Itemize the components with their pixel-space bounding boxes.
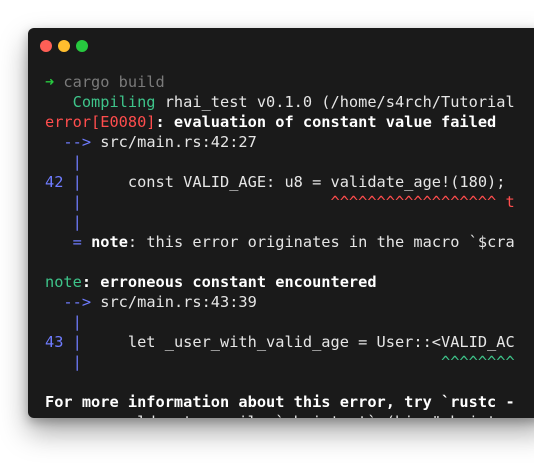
terminal-text-segment: ^^^^^^^^^^^^^^^^^^ t [81, 193, 515, 211]
terminal-text-segment: src/main.rs:42:27 [100, 133, 257, 151]
terminal-text-segment: | [45, 193, 82, 211]
terminal-line: | ^^^^^^^^ [45, 352, 534, 372]
terminal-text-segment: | [45, 213, 82, 231]
terminal-text-segment: : evaluation of constant value failed [155, 113, 497, 131]
terminal-text-segment: = [45, 233, 92, 251]
terminal-line: --> src/main.rs:42:27 [45, 132, 534, 152]
terminal-line: 43 | let _user_with_valid_age = User::<V… [45, 332, 534, 352]
terminal-line: --> src/main.rs:43:39 [45, 292, 534, 312]
terminal-text-segment: cargo build [63, 73, 165, 91]
window-controls [40, 40, 88, 52]
terminal-window: ➜ cargo build Compiling rhai_test v0.1.0… [28, 28, 534, 418]
terminal-line: | [45, 152, 534, 172]
terminal-text-segment: ^^^^^^^^ [81, 353, 515, 371]
close-button[interactable] [40, 40, 52, 52]
terminal-line: note: erroneous constant encountered [45, 272, 534, 292]
terminal-text-segment: | [45, 313, 82, 331]
terminal-text-segment: note [91, 233, 128, 251]
terminal-text-segment: error[E0080] [45, 113, 156, 131]
terminal-text-segment: --> [45, 133, 101, 151]
terminal-text-segment: : could not compile `rhai_test` (bin "rh… [91, 413, 515, 418]
terminal-text-segment: : erroneous constant encountered [81, 273, 377, 291]
terminal-line: | [45, 312, 534, 332]
terminal-text-segment: Compiling [45, 93, 156, 111]
terminal-text-segment: src/main.rs:43:39 [100, 293, 257, 311]
terminal-line: | ^^^^^^^^^^^^^^^^^^ t [45, 192, 534, 212]
terminal-line: ➜ cargo build [45, 72, 534, 92]
terminal-output[interactable]: ➜ cargo build Compiling rhai_test v0.1.0… [45, 72, 534, 418]
terminal-text-segment: 43 | [45, 333, 82, 351]
terminal-text-segment: | [45, 153, 82, 171]
terminal-text-segment: --> [45, 293, 101, 311]
terminal-line: Compiling rhai_test v0.1.0 (/home/s4rch/… [45, 92, 534, 112]
terminal-line: 42 | const VALID_AGE: u8 = validate_age!… [45, 172, 534, 192]
terminal-text-segment: rhai_test v0.1.0 (/home/s4rch/Tutorial [155, 93, 515, 111]
terminal-text-segment: 42 | [45, 173, 82, 191]
maximize-button[interactable] [76, 40, 88, 52]
terminal-line: = note: this error originates in the mac… [45, 232, 534, 252]
terminal-text-segment: let _user_with_valid_age = User::<VALID_… [81, 333, 515, 351]
terminal-text-segment: For more information about this error, t… [45, 393, 515, 411]
terminal-text-segment: const VALID_AGE: u8 = validate_age!(180)… [81, 173, 506, 191]
terminal-text-segment: note [45, 273, 82, 291]
terminal-line: For more information about this error, t… [45, 392, 534, 412]
terminal-text-segment: : this error originates in the macro `$c… [127, 233, 515, 251]
terminal-text-segment: ➜ [45, 73, 64, 91]
terminal-text-segment: | [45, 353, 82, 371]
terminal-line: | [45, 212, 534, 232]
terminal-line: error[E0080]: evaluation of constant val… [45, 112, 534, 132]
minimize-button[interactable] [58, 40, 70, 52]
terminal-text-segment: error [45, 413, 91, 418]
terminal-line: error: could not compile `rhai_test` (bi… [45, 412, 534, 418]
